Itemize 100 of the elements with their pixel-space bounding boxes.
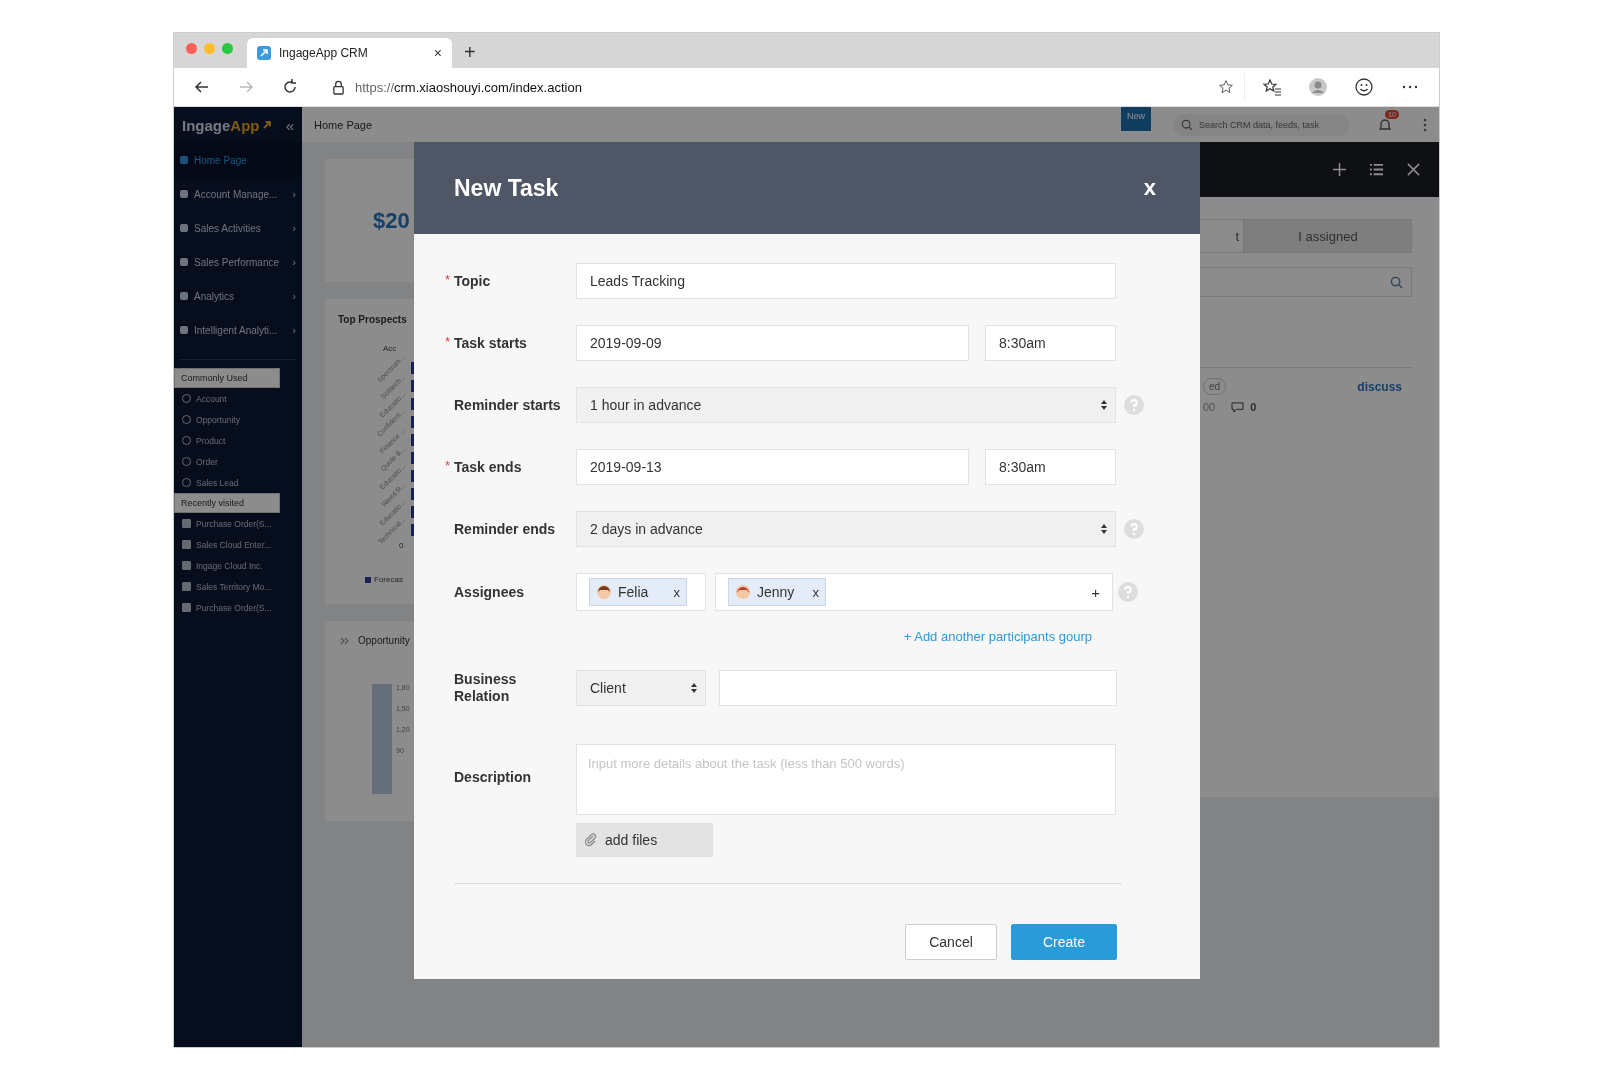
sidebar-link[interactable]: Product <box>174 430 302 451</box>
field-label: Assignees <box>454 583 525 601</box>
profile-icon[interactable] <box>1308 77 1328 97</box>
smiley-icon[interactable] <box>1354 77 1374 97</box>
assignee-chip[interactable]: Felia x <box>589 578 687 606</box>
menu-icon <box>180 326 188 334</box>
comment-count: 0 <box>1250 401 1257 413</box>
sidebar-item[interactable]: Home Page <box>174 143 302 177</box>
list-icon[interactable] <box>1369 162 1384 177</box>
add-group-link[interactable]: + Add another participants gourp <box>454 629 1160 644</box>
input-field[interactable]: Leads Tracking <box>576 263 1116 299</box>
address-bar[interactable]: https://crm.xiaoshouyi.com/index.action <box>322 73 1245 101</box>
time-field[interactable]: 8:30am <box>985 449 1116 485</box>
new-tab-button[interactable]: + <box>464 41 476 64</box>
time-field[interactable]: 8:30am <box>985 325 1116 361</box>
close-button[interactable]: x <box>1143 175 1156 201</box>
document-icon <box>182 582 191 591</box>
sidebar-link[interactable]: Purchase Order(S... <box>174 597 302 618</box>
lock-icon <box>332 79 345 95</box>
document-icon <box>182 603 191 612</box>
input-field[interactable] <box>719 670 1117 706</box>
date-field[interactable]: 2019-09-13 <box>576 449 969 485</box>
sidebar-item[interactable]: Sales Performance › <box>174 245 302 279</box>
card-title: Top Prospects <box>338 314 407 325</box>
bell-icon[interactable] <box>1377 116 1393 133</box>
menu-icon <box>180 292 188 300</box>
field-label: Task starts <box>454 334 527 352</box>
tab-close-button[interactable]: × <box>433 45 442 61</box>
sidebar-link[interactable]: Sales Territory Mo... <box>174 576 302 597</box>
document-icon <box>182 561 191 570</box>
required-mark: * <box>445 272 452 286</box>
cancel-button[interactable]: Cancel <box>905 924 997 960</box>
chevron[interactable]: › <box>292 324 296 336</box>
search-field[interactable]: Search CRM data, feeds, task <box>1173 113 1349 136</box>
dropdown[interactable]: 1 hour in advance <box>576 387 1116 423</box>
sidebar-link[interactable]: Opportunity <box>174 409 302 430</box>
field-label: Reminder ends <box>454 520 556 538</box>
amount-text: $20 <box>373 207 410 234</box>
sidebar-item[interactable]: Sales Activities › <box>174 211 302 245</box>
add-button[interactable]: + <box>1091 583 1100 601</box>
collapse-button[interactable]: « <box>285 116 294 134</box>
chevron[interactable]: › <box>292 188 296 200</box>
paperclip-icon <box>584 833 598 847</box>
sidebar-item[interactable]: Intelligent Analyti... › <box>174 313 302 347</box>
assignee-field[interactable]: Jenny x + <box>715 573 1113 611</box>
chevron[interactable]: › <box>292 290 296 302</box>
dropdown[interactable]: 2 days in advance <box>576 511 1116 547</box>
sidebar-item[interactable]: Account Manage... › <box>174 177 302 211</box>
document-icon <box>182 519 191 528</box>
card-title: Opportunity <box>358 635 410 646</box>
date-field[interactable]: 2019-09-09 <box>576 325 969 361</box>
comment-icon[interactable] <box>1231 401 1245 413</box>
breadcrumb[interactable]: Home Page <box>314 118 1111 131</box>
tab-title: IngageApp CRM <box>279 46 369 60</box>
sidebar-link[interactable]: Order <box>174 451 302 472</box>
arrow-icon <box>257 46 271 60</box>
remove-button[interactable]: x <box>673 584 680 600</box>
add-files-button[interactable]: add files <box>576 823 713 857</box>
chevron[interactable]: › <box>292 256 296 268</box>
sidebar-link[interactable]: Sales Lead <box>174 472 302 493</box>
section-heading: Commonly Used <box>174 368 280 388</box>
field-label: Topic <box>454 272 491 290</box>
search-icon[interactable] <box>1390 275 1403 289</box>
document-icon <box>182 540 191 549</box>
close-window-icon[interactable] <box>186 43 197 54</box>
search-icon <box>1181 118 1193 131</box>
chart-legend: Forecas <box>365 575 403 584</box>
dropdown[interactable]: Client <box>576 670 706 706</box>
menu-icon <box>180 258 188 266</box>
logo: IngageApp <box>182 116 272 134</box>
remove-button[interactable]: x <box>812 584 819 600</box>
field-label: Reminder starts <box>454 396 561 414</box>
menu-icon <box>180 224 188 232</box>
required-mark: * <box>445 458 452 472</box>
sidebar-link[interactable]: Ingage Cloud Inc. <box>174 555 302 576</box>
avatar-icon <box>596 584 612 600</box>
field-label: Description <box>454 769 531 786</box>
field-label: Business Relation <box>454 671 518 705</box>
create-button[interactable]: Create <box>1011 924 1117 960</box>
field-label: Task ends <box>454 458 522 476</box>
sidebar-link[interactable]: Purchase Order(S... <box>174 513 302 534</box>
sidebar-link[interactable]: Sales Cloud Enter... <box>174 534 302 555</box>
close-icon[interactable] <box>1406 162 1421 177</box>
axis-title: Acc <box>383 344 397 353</box>
discuss-link[interactable]: discuss <box>1357 379 1402 394</box>
expand-icon[interactable] <box>340 636 350 645</box>
menu-icon <box>180 156 188 164</box>
add-icon[interactable] <box>1332 162 1347 177</box>
new-badge[interactable]: New <box>1121 107 1151 131</box>
favorites-icon[interactable] <box>1262 77 1282 97</box>
assignee-field[interactable]: Felia x <box>576 573 706 611</box>
chevron[interactable]: › <box>292 222 296 234</box>
sidebar-item[interactable]: Analytics › <box>174 279 302 313</box>
browser-tab[interactable]: IngageApp CRM × <box>247 38 452 68</box>
dialog-title: New Task <box>454 174 559 202</box>
section-heading: Recently visited <box>174 493 280 513</box>
sidebar-link[interactable]: Account <box>174 388 302 409</box>
assignee-chip[interactable]: Jenny x <box>728 578 826 606</box>
star-icon[interactable] <box>1218 79 1234 95</box>
axis-label: 0 <box>399 541 404 550</box>
